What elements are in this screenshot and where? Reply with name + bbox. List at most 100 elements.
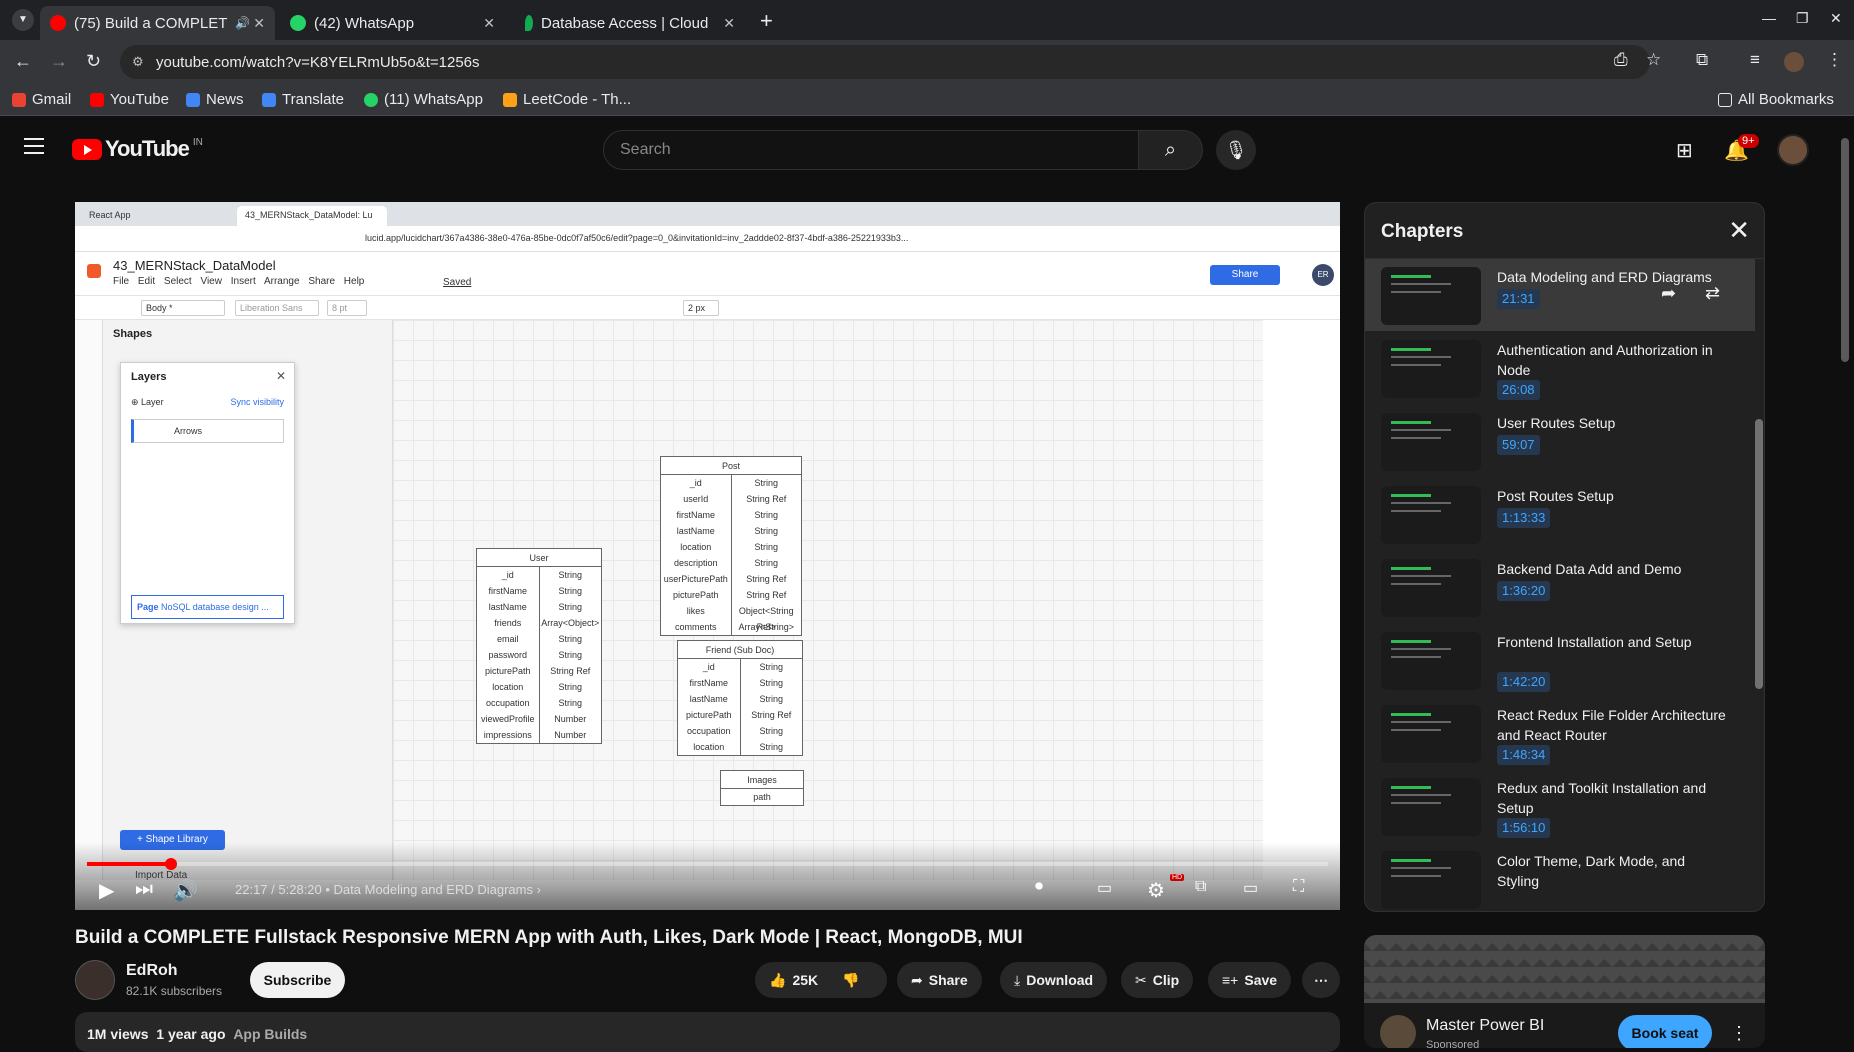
close-icon[interactable]: ✕	[1728, 215, 1750, 246]
create-icon[interactable]: ⊞	[1676, 138, 1693, 163]
erd-field-type: String	[754, 510, 778, 520]
bookmark-leetcode[interactable]: LeetCode - Th...	[503, 91, 631, 108]
chapter-timestamp[interactable]: 21:31	[1497, 289, 1540, 309]
chapter-timestamp[interactable]: 1:36:20	[1497, 581, 1551, 601]
channel-name[interactable]: EdRoh	[126, 962, 178, 980]
settings-icon[interactable]: ⚙	[1147, 878, 1165, 903]
channel-avatar[interactable]	[75, 960, 115, 1000]
erd-field-type: Number	[554, 730, 587, 740]
erd-field-name: friends	[477, 615, 540, 631]
category-tag[interactable]: App Builds	[233, 1026, 307, 1042]
chapter-name: Redux and Toolkit Installation and Setup	[1497, 780, 1707, 816]
close-tab-icon[interactable]: ✕	[483, 15, 495, 32]
chapter-timestamp[interactable]: 59:07	[1497, 435, 1540, 455]
play-icon[interactable]: ▶	[99, 878, 114, 903]
book-seat-button[interactable]: Book seat	[1618, 1015, 1712, 1048]
share-button[interactable]: ➦ Share	[897, 962, 982, 998]
thumbs-down-icon[interactable]: 👎	[842, 972, 859, 988]
reload-icon[interactable]: ↻	[86, 51, 101, 72]
progress-bar[interactable]	[87, 858, 1328, 870]
tab-whatsapp[interactable]: (42) WhatsApp ✕	[280, 6, 505, 40]
repeat-icon[interactable]: ⇄	[1705, 283, 1720, 304]
erd-field-name: description	[661, 555, 732, 571]
page-scrollbar[interactable]	[1838, 130, 1852, 1048]
bookmark-whatsapp[interactable]: (11) WhatsApp	[364, 91, 483, 108]
chapter-item[interactable]: Backend Data Add and Demo 1:36:20	[1365, 551, 1755, 623]
scrollbar-thumb[interactable]	[1755, 419, 1763, 689]
youtube-logo[interactable]: YouTube IN	[72, 136, 203, 162]
chapter-item[interactable]: Frontend Installation and Setup 1:42:20	[1365, 624, 1755, 696]
account-avatar[interactable]	[1777, 134, 1809, 166]
subtitles-icon[interactable]: ▭	[1097, 878, 1112, 898]
sponsored-ad[interactable]: Master Power BI Sponsored Book seat ⋮	[1364, 935, 1765, 1048]
chapter-item[interactable]: Redux and Toolkit Installation and Setup…	[1365, 770, 1755, 842]
new-tab-button[interactable]: +	[760, 8, 773, 34]
bookmark-gmail[interactable]: Gmail	[12, 91, 71, 108]
all-bookmarks[interactable]: All Bookmarks	[1718, 91, 1834, 108]
audio-icon[interactable]: 🔊	[235, 16, 250, 30]
youtube-header: YouTube IN Search ⌕ 🎙 ⊞ 🔔 9+	[0, 116, 1854, 180]
bookmark-youtube[interactable]: YouTube	[90, 91, 169, 108]
description-box[interactable]: 1M views 1 year ago App Builds	[75, 1012, 1340, 1052]
chrome-menu-icon[interactable]: ⋮	[1826, 50, 1843, 70]
search-icon: ⌕	[1164, 139, 1177, 161]
chapter-timestamp[interactable]: 26:08	[1497, 380, 1540, 400]
volume-icon[interactable]: 🔊	[173, 878, 198, 903]
subscribe-button[interactable]: Subscribe	[250, 962, 345, 998]
share-icon[interactable]: ➦	[1661, 283, 1676, 304]
tab-mongodb[interactable]: Database Access | Cloud ✕	[515, 6, 745, 40]
erd-field-row: userId String Ref	[661, 491, 801, 507]
autoplay-toggle[interactable]: ⏺	[1035, 878, 1043, 896]
menu-icon[interactable]	[24, 138, 44, 154]
chapter-item[interactable]: React Redux File Folder Architecture and…	[1365, 697, 1755, 769]
erd-field-type: String	[558, 634, 582, 644]
chapter-item[interactable]: Post Routes Setup 1:13:33	[1365, 478, 1755, 550]
back-icon[interactable]: ←	[14, 51, 32, 72]
close-tab-icon[interactable]: ✕	[723, 15, 735, 32]
chapters-scrollbar[interactable]	[1755, 259, 1763, 911]
download-button[interactable]: ⤓ Download	[1000, 962, 1108, 998]
chapters-header: Chapters ✕	[1365, 203, 1764, 259]
miniplayer-icon[interactable]: ⧉	[1195, 878, 1206, 896]
chapter-item[interactable]: Data Modeling and ERD Diagrams 21:31 ➦ ⇄	[1365, 259, 1755, 331]
extensions-icon[interactable]: ⧉	[1696, 50, 1708, 70]
chapter-timestamp[interactable]: 1:56:10	[1497, 818, 1551, 838]
chapter-thumbnail	[1381, 267, 1481, 325]
search-button[interactable]: ⌕	[1139, 130, 1203, 170]
erd-table-header: Post	[661, 457, 801, 475]
tab-search-button[interactable]: ▼	[12, 9, 34, 31]
chapter-item[interactable]: User Routes Setup 59:07	[1365, 405, 1755, 477]
clip-button[interactable]: ✂ Clip	[1121, 962, 1194, 998]
chapter-timestamp[interactable]: 1:42:20	[1497, 672, 1551, 692]
bookmark-star-icon[interactable]: ☆	[1646, 50, 1661, 70]
voice-search-button[interactable]: 🎙	[1216, 130, 1256, 170]
minimize-icon[interactable]: —	[1762, 10, 1776, 26]
more-actions-button[interactable]: ⋯	[1302, 962, 1340, 998]
chapter-title-link[interactable]: Data Modeling and ERD Diagrams	[334, 882, 533, 897]
site-info-icon[interactable]: ⚙	[132, 54, 148, 70]
more-icon[interactable]: ⋮	[1730, 1023, 1748, 1044]
chapter-item[interactable]: Color Theme, Dark Mode, and Styling	[1365, 843, 1755, 911]
save-button[interactable]: ≡+ Save	[1208, 962, 1292, 998]
like-button[interactable]: 👍 25K 👎	[755, 962, 887, 998]
theater-mode-icon[interactable]: ▭	[1243, 878, 1258, 898]
next-icon[interactable]: ⏭	[135, 878, 153, 901]
fullscreen-icon[interactable]: ⛶	[1293, 878, 1304, 896]
forward-icon[interactable]: →	[50, 51, 68, 72]
chapter-item[interactable]: Authentication and Authorization in Node…	[1365, 332, 1755, 404]
chapter-timestamp[interactable]: 1:13:33	[1497, 508, 1551, 528]
profile-avatar[interactable]	[1784, 52, 1804, 72]
media-icon[interactable]: ≡	[1750, 50, 1760, 70]
address-bar[interactable]: ⚙ youtube.com/watch?v=K8YELRmUb5o&t=1256…	[120, 45, 1650, 79]
video-player[interactable]: React App 43_MERNStack_DataModel: Lu luc…	[75, 202, 1340, 910]
bookmark-news[interactable]: News	[186, 91, 244, 108]
bookmark-translate[interactable]: Translate	[262, 91, 344, 108]
tab-youtube[interactable]: (75) Build a COMPLET 🔊 ✕	[40, 6, 275, 40]
install-app-icon[interactable]: ⎙	[1614, 50, 1628, 70]
close-window-icon[interactable]: ✕	[1830, 10, 1842, 27]
chapter-timestamp[interactable]: 1:48:34	[1497, 745, 1551, 765]
search-input[interactable]: Search	[603, 130, 1139, 170]
close-tab-icon[interactable]: ✕	[253, 15, 265, 32]
scrollbar-thumb[interactable]	[1841, 138, 1849, 362]
restore-icon[interactable]: ❐	[1796, 10, 1809, 27]
